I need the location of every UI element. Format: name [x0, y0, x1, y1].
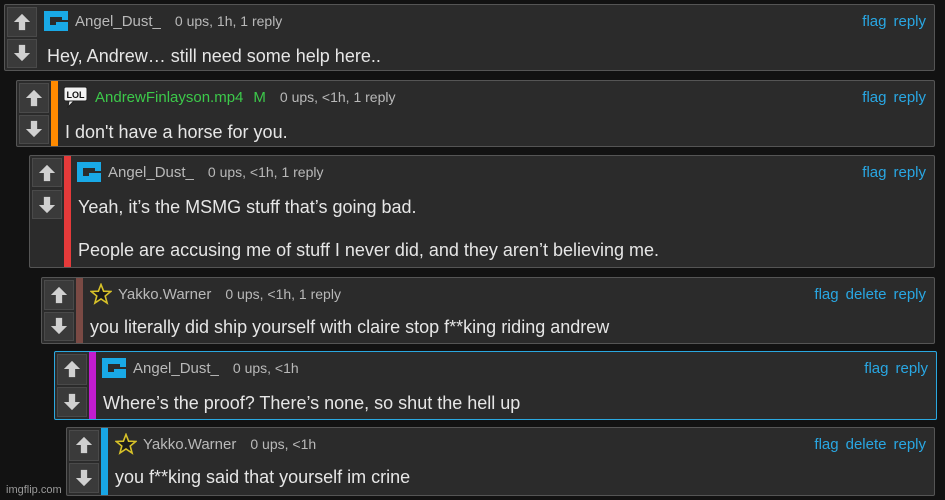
lol-icon-text: LOL [67, 90, 85, 100]
reply-link[interactable]: reply [895, 360, 928, 377]
downvote-button[interactable] [69, 462, 99, 493]
comment-text-line-1: Yeah, it’s the MSMG stuff that’s going b… [78, 197, 417, 217]
flag-link[interactable]: flag [814, 286, 838, 303]
vote-column [30, 156, 64, 267]
imgflip-watermark: imgflip.com [6, 484, 62, 496]
comment-actions: flag reply [862, 89, 926, 106]
comment-header: Angel_Dust_ 0 ups, <1h, 1 reply flag rep… [76, 160, 926, 184]
arrow-up-icon [50, 286, 68, 304]
star-icon[interactable] [115, 433, 137, 455]
thread-stripe [76, 278, 83, 343]
comment-text: Hey, Andrew… still need some help here.. [47, 46, 381, 66]
downvote-button[interactable] [57, 386, 87, 417]
arrow-down-icon [50, 317, 68, 335]
username-link[interactable]: AndrewFinlayson.mp4 [95, 89, 243, 106]
comment-text: you literally did ship yourself with cla… [90, 317, 610, 337]
delete-link[interactable]: delete [846, 286, 887, 303]
flag-link[interactable]: flag [814, 436, 838, 453]
comment-header: Angel_Dust_ 0 ups, 1h, 1 reply flag repl… [43, 9, 926, 33]
arrow-down-icon [25, 120, 43, 138]
upvote-button[interactable] [69, 430, 99, 461]
comment-actions: flag reply [864, 360, 928, 377]
comment-actions: flag delete reply [814, 436, 926, 453]
blue-bracket-avatar-icon[interactable] [43, 10, 69, 32]
comment-text-line-2: People are accusing me of stuff I never … [78, 240, 660, 260]
comment-meta: 0 ups, <1h, 1 reply [207, 164, 324, 180]
arrow-down-icon [38, 196, 56, 214]
comment-text: you f**king said that yourself im crine [115, 467, 411, 487]
reply-link[interactable]: reply [893, 89, 926, 106]
arrow-up-icon [63, 360, 81, 378]
arrow-up-icon [25, 89, 43, 107]
downvote-button[interactable] [19, 114, 49, 144]
arrow-down-icon [75, 469, 93, 487]
comment-4: Yakko.Warner 0 ups, <1h, 1 reply flag de… [41, 277, 935, 344]
blue-bracket-avatar-icon[interactable] [101, 357, 127, 379]
blue-bracket-avatar-icon[interactable] [76, 161, 102, 183]
username-link[interactable]: Angel_Dust_ [75, 13, 161, 30]
comment-actions: flag delete reply [814, 286, 926, 303]
arrow-up-icon [13, 13, 31, 31]
upvote-button[interactable] [19, 83, 49, 113]
downvote-button[interactable] [32, 190, 62, 219]
star-icon[interactable] [90, 283, 112, 305]
upvote-button[interactable] [7, 7, 37, 37]
comment-5: Angel_Dust_ 0 ups, <1h flag reply Where’… [54, 351, 937, 420]
upvote-button[interactable] [32, 158, 62, 187]
lol-speech-bubble-icon[interactable]: LOL [63, 86, 89, 108]
username-link[interactable]: Angel_Dust_ [133, 360, 219, 377]
comment-6: Yakko.Warner 0 ups, <1h flag delete repl… [66, 427, 935, 496]
vote-column [5, 5, 39, 70]
comment-header: Yakko.Warner 0 ups, <1h flag delete repl… [115, 432, 926, 456]
downvote-button[interactable] [44, 311, 74, 341]
thread-stripe [51, 81, 58, 146]
comment-header: Yakko.Warner 0 ups, <1h, 1 reply flag de… [90, 282, 926, 306]
downvote-button[interactable] [7, 38, 37, 68]
comment-meta: 0 ups, 1h, 1 reply [174, 13, 283, 29]
username-link[interactable]: Yakko.Warner [118, 286, 211, 303]
comment-header: LOL AndrewFinlayson.mp4 M 0 ups, <1h, 1 … [63, 85, 926, 109]
comment-meta: 0 ups, <1h [232, 360, 299, 376]
username-link[interactable]: Yakko.Warner [143, 436, 236, 453]
reply-link[interactable]: reply [893, 164, 926, 181]
flag-link[interactable]: flag [862, 164, 886, 181]
flag-link[interactable]: flag [862, 89, 886, 106]
arrow-up-icon [75, 436, 93, 454]
reply-link[interactable]: reply [893, 436, 926, 453]
vote-column [55, 352, 89, 419]
comment-meta: 0 ups, <1h [250, 436, 317, 452]
upvote-button[interactable] [57, 354, 87, 385]
thread-stripe [64, 156, 71, 267]
comment-3: Angel_Dust_ 0 ups, <1h, 1 reply flag rep… [29, 155, 935, 268]
arrow-down-icon [13, 44, 31, 62]
thread-stripe [101, 428, 108, 495]
upvote-button[interactable] [44, 280, 74, 310]
arrow-up-icon [38, 164, 56, 182]
reply-link[interactable]: reply [893, 13, 926, 30]
comment-text: I don't have a horse for you. [65, 122, 288, 142]
vote-column [17, 81, 51, 146]
flag-link[interactable]: flag [862, 13, 886, 30]
vote-column [42, 278, 76, 343]
username-link[interactable]: Angel_Dust_ [108, 164, 194, 181]
delete-link[interactable]: delete [846, 436, 887, 453]
comment-actions: flag reply [862, 164, 926, 181]
arrow-down-icon [63, 393, 81, 411]
flag-link[interactable]: flag [864, 360, 888, 377]
thread-stripe [89, 352, 96, 419]
vote-column [67, 428, 101, 495]
moderator-badge: M [253, 88, 266, 106]
comment-text: Where’s the proof? There’s none, so shut… [103, 393, 521, 413]
comment-meta: 0 ups, <1h, 1 reply [279, 89, 396, 105]
comment-header: Angel_Dust_ 0 ups, <1h flag reply [101, 356, 928, 380]
reply-link[interactable]: reply [893, 286, 926, 303]
comment-1: Angel_Dust_ 0 ups, 1h, 1 reply flag repl… [4, 4, 935, 71]
comment-meta: 0 ups, <1h, 1 reply [225, 286, 341, 302]
comment-actions: flag reply [862, 13, 926, 30]
comment-2: LOL AndrewFinlayson.mp4 M 0 ups, <1h, 1 … [16, 80, 935, 147]
